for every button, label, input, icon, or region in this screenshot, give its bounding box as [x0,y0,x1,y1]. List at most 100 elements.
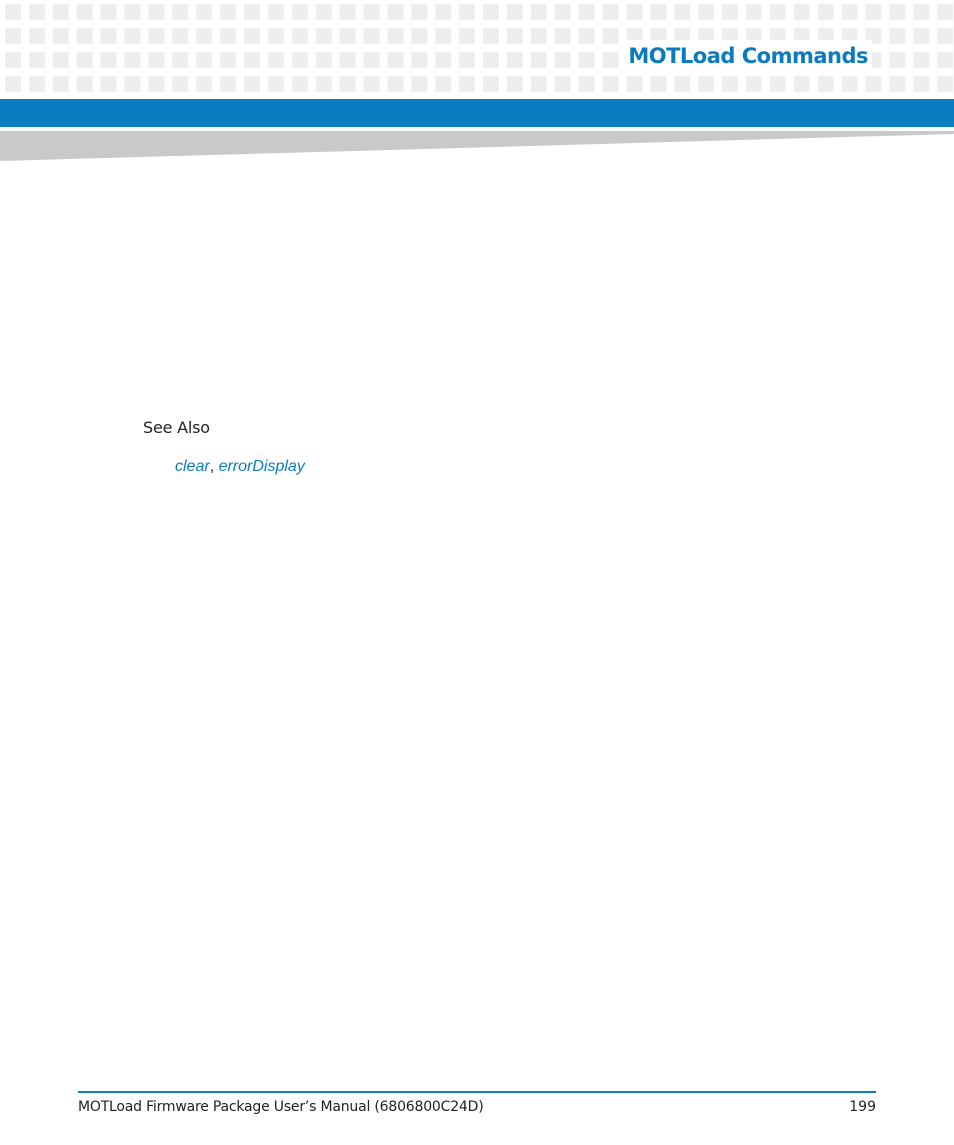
grid-square [244,76,260,92]
grid-square [530,52,547,68]
grid-square [315,4,332,20]
grid-square [530,28,547,44]
grid-square [626,4,643,20]
grid-square [363,76,380,92]
grid-square [220,28,237,44]
grid-square [291,4,308,20]
grid-square [937,76,954,92]
grid-square [220,76,237,92]
grid-square [196,28,213,44]
grid-square [172,52,189,68]
grid-square [387,76,404,92]
grid-square [76,76,93,92]
grid-square [722,4,738,20]
grid-square [506,28,523,44]
grid-square [196,4,213,20]
grid-square [745,76,762,92]
grid-square [411,76,428,92]
grid-square [387,52,404,68]
grid-square [578,4,595,20]
grid-square [483,76,499,92]
grid-square [937,28,954,44]
grid-square [124,52,141,68]
grid-square [5,28,21,44]
grid-square [172,28,189,44]
grid-square [267,52,284,68]
grid-square [745,4,762,20]
grid-square [698,76,715,92]
grid-square [124,28,141,44]
grid-square [339,4,356,20]
grid-square [554,76,571,92]
grid-square [793,76,810,92]
grid-square [5,4,21,20]
grid-square [483,28,499,44]
grid-square [435,4,452,20]
grid-square [172,4,189,20]
grid-square [793,4,810,20]
grid-square [578,76,595,92]
grid-square [578,52,595,68]
grid-square [435,52,452,68]
grid-square [554,4,571,20]
grid-square [650,76,667,92]
grid-square [220,4,237,20]
grid-square [459,4,476,20]
grid-square [937,4,954,20]
grid-square [769,76,786,92]
grid-square [650,4,667,20]
link-error-display[interactable]: errorDisplay [219,458,305,475]
footer-manual-title: MOTLoad Firmware Package User’s Manual (… [78,1099,484,1115]
grid-square [28,4,45,20]
grid-square [435,28,452,44]
link-clear[interactable]: clear [175,458,210,475]
grid-square [889,4,906,20]
grid-square [483,4,499,20]
grid-square [148,52,165,68]
grid-square [220,52,237,68]
grid-square [913,52,930,68]
grid-square [339,28,356,44]
grid-square [100,28,117,44]
grid-square [267,28,284,44]
grid-square [722,76,738,92]
grid-square [937,52,954,68]
grid-square [411,4,428,20]
grid-square [291,52,308,68]
grid-square [387,4,404,20]
grid-square [913,28,930,44]
section-title: MOTLoad Commands [624,40,872,72]
grid-square [315,52,332,68]
grid-square [459,28,476,44]
grid-square [52,76,69,92]
see-also-links: clear, errorDisplay [175,458,305,476]
grid-square [244,28,260,44]
header-blue-bar [0,99,954,127]
grid-square [602,76,619,92]
grid-square [459,52,476,68]
grid-square [578,28,595,44]
grid-square [267,76,284,92]
grid-square [411,52,428,68]
grid-square [865,4,882,20]
grid-square [124,4,141,20]
grid-square [626,76,643,92]
grid-square [148,4,165,20]
grid-square [506,76,523,92]
grid-square [913,4,930,20]
grid-square [28,28,45,44]
grid-square [244,4,260,20]
grid-square [674,4,691,20]
grid-square [52,52,69,68]
grid-square [889,76,906,92]
grid-square [602,28,619,44]
grid-square [530,4,547,20]
link-separator: , [209,458,219,475]
grid-square [5,52,21,68]
grid-square [100,4,117,20]
grid-square [889,28,906,44]
grid-square [387,28,404,44]
grid-square [28,76,45,92]
grid-square [76,52,93,68]
grid-square [698,4,715,20]
